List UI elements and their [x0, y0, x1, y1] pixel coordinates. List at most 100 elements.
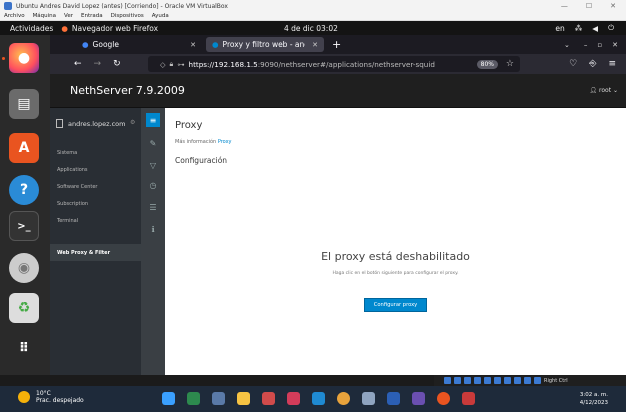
taskbar-date: 4/12/2023 [579, 400, 608, 406]
menu-ver[interactable]: Ver [64, 13, 73, 19]
menu-maquina[interactable]: Máquina [33, 13, 56, 19]
mouse-integration-indicator-icon[interactable] [524, 377, 531, 384]
word-icon[interactable] [387, 392, 400, 405]
close-icon[interactable]: ✕ [610, 2, 616, 10]
menu-ayuda[interactable]: Ayuda [152, 13, 169, 19]
nav-software-center[interactable]: Software Center [50, 178, 141, 195]
menu-dispositivos[interactable]: Dispositivos [111, 13, 144, 19]
pocket-icon[interactable]: ♡ [569, 59, 577, 69]
network-indicator-icon[interactable] [474, 377, 481, 384]
menu-entrada[interactable]: Entrada [81, 13, 103, 19]
usb-indicator-icon[interactable] [484, 377, 491, 384]
security-icon[interactable] [262, 392, 275, 405]
system-tray[interactable]: en ⁂ ◀ ⏻ [555, 23, 614, 33]
menu-icon[interactable]: ≡ [608, 59, 616, 69]
keyboard-indicator-icon[interactable] [534, 377, 541, 384]
volume-icon: ◀ [592, 23, 599, 33]
bookmark-star-icon[interactable]: ☆ [506, 59, 514, 69]
vscode-icon[interactable] [312, 392, 325, 405]
taskbar-clock[interactable]: 3:02 a. m. 4/12/2023 [580, 391, 608, 407]
host-key-label: Right Ctrl [544, 377, 568, 384]
firefox-dock-icon[interactable]: ● [9, 43, 39, 73]
list-icon[interactable]: ≡ [146, 113, 160, 127]
tab-label: Google [92, 40, 119, 49]
tab-proxy[interactable]: ● Proxy y filtro web - andre ✕ [206, 37, 324, 52]
clock[interactable]: 4 de dic 03:02 [284, 24, 338, 33]
google-icon: ● [82, 40, 89, 49]
back-icon[interactable]: ← [74, 59, 82, 69]
audio-indicator-icon[interactable] [464, 377, 471, 384]
chrome-icon[interactable] [337, 392, 350, 405]
shared-folders-indicator-icon[interactable] [494, 377, 501, 384]
maximize-icon[interactable]: ☐ [586, 2, 592, 10]
language-indicator[interactable]: en [555, 24, 564, 33]
empty-state-title: El proxy está deshabilitado [321, 250, 470, 263]
file-explorer-icon[interactable] [237, 392, 250, 405]
display-indicator-icon[interactable] [504, 377, 511, 384]
menu-archivo[interactable]: Archivo [4, 13, 25, 19]
window-minimize-icon[interactable]: – [584, 41, 588, 49]
lock-icon[interactable]: 🔒︎ [170, 59, 174, 69]
logs-icon[interactable]: ☰ [146, 200, 160, 214]
close-tab-icon[interactable]: ✕ [312, 41, 318, 49]
nav-sistema[interactable]: Sistema [50, 144, 141, 161]
weather-widget[interactable]: 10°C Prac. despejado [18, 390, 84, 404]
hdd-indicator-icon[interactable] [444, 377, 451, 384]
start-icon[interactable] [162, 392, 175, 405]
nav-applications[interactable]: Applications [50, 161, 141, 178]
host-selector[interactable]: andres.lopez.com [56, 119, 125, 128]
nav-web-proxy-filter[interactable]: Web Proxy & Filter [50, 244, 141, 261]
configure-proxy-button[interactable]: Configurar proxy [364, 298, 427, 312]
virtualbox-taskbar-icon[interactable] [412, 392, 425, 405]
terminal-dock-icon[interactable]: >_ [9, 211, 39, 241]
host-name: andres.lopez.com [68, 119, 126, 128]
nav-terminal[interactable]: Terminal [50, 212, 141, 229]
weather-icon [18, 391, 30, 403]
window-close-icon[interactable]: ✕ [612, 41, 618, 49]
minimize-icon[interactable]: — [561, 2, 568, 10]
ubuntu-taskbar-icon[interactable] [437, 392, 450, 405]
optical-indicator-icon[interactable] [454, 377, 461, 384]
wrench-icon[interactable]: ✎ [146, 136, 160, 150]
recording-indicator-icon[interactable] [514, 377, 521, 384]
clock-icon[interactable]: ◷ [146, 178, 160, 192]
shield-icon[interactable]: ◇ [160, 60, 166, 69]
help-dock-icon[interactable]: ? [9, 175, 39, 205]
activities-button[interactable]: Actividades [0, 24, 61, 33]
software-dock-icon[interactable]: A [9, 133, 39, 163]
user-icon: 👤︎ [589, 87, 598, 94]
permissions-icon[interactable]: ⊶ [177, 60, 184, 69]
photos-icon[interactable] [287, 392, 300, 405]
list-tabs-icon[interactable]: ⌄ [564, 41, 570, 49]
app-taskbar-icon[interactable] [462, 392, 475, 405]
app-menu[interactable]: ● Navegador web Firefox [61, 24, 158, 33]
trash-dock-icon[interactable]: ♻ [9, 293, 39, 323]
tab-label: Proxy y filtro web - andre [222, 40, 305, 49]
user-menu[interactable]: 👤︎ root ⌄ [589, 87, 618, 94]
forward-icon[interactable]: → [94, 59, 102, 69]
close-tab-icon[interactable]: ✕ [190, 41, 196, 49]
files-dock-icon[interactable]: ▤ [9, 89, 39, 119]
more-info-link[interactable]: Proxy [218, 139, 232, 145]
filter-icon[interactable]: ▽ [146, 158, 160, 172]
account-icon[interactable]: ⎆ [589, 59, 596, 69]
nav-label: Web Proxy & Filter [57, 249, 111, 256]
info-icon[interactable]: ℹ [146, 222, 160, 236]
url-bar[interactable]: ◇ 🔒︎ ⊶ https://192.168.1.5:9090/nethserv… [148, 56, 520, 72]
widgets-icon[interactable] [187, 392, 200, 405]
new-tab-button[interactable]: + [332, 38, 341, 51]
brand-title[interactable]: NethServer 7.9.2009 [50, 84, 185, 97]
show-apps-icon[interactable]: ⠿ [9, 333, 39, 363]
tab-google[interactable]: ● Google ✕ [76, 37, 202, 52]
virtualbox-status-bar: Right Ctrl [434, 375, 626, 386]
url-path: :9090/nethserver#/applications/nethserve… [257, 59, 435, 69]
virtualbox-title-bar: Ubuntu Andres David Lopez (antes) [Corri… [0, 0, 626, 12]
host-menu-icon[interactable]: ⚙ [130, 119, 135, 126]
disc-dock-icon[interactable]: ◉ [9, 253, 39, 283]
settings-icon[interactable] [362, 392, 375, 405]
task-view-icon[interactable] [212, 392, 225, 405]
zoom-indicator[interactable]: 80% [476, 59, 498, 69]
reload-icon[interactable]: ↻ [113, 59, 121, 69]
window-maximize-icon[interactable]: ▫ [597, 41, 602, 49]
nav-subscription[interactable]: Subscription [50, 195, 141, 212]
